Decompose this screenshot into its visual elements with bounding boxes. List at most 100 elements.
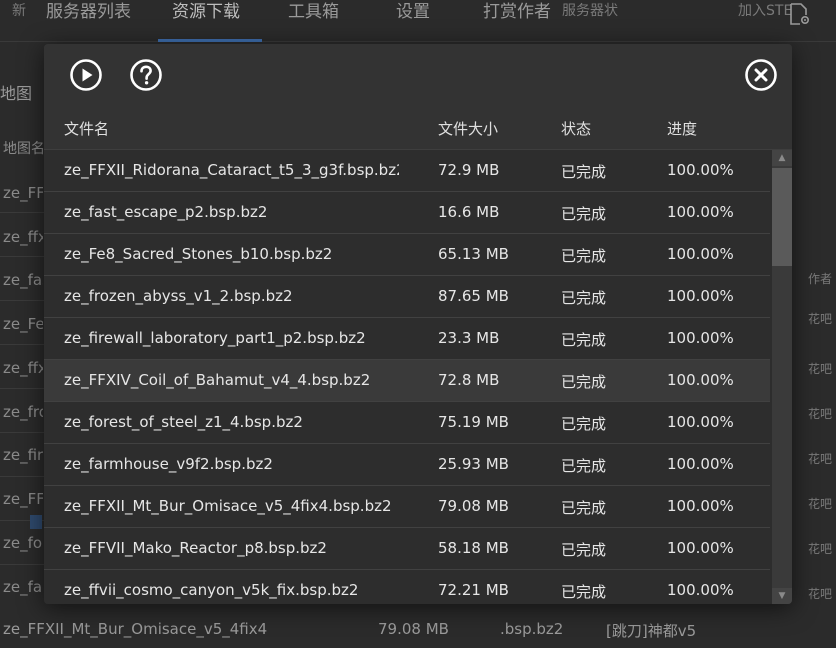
- table-row[interactable]: ze_fast_escape_p2.bsp.bz2 16.6 MB 已完成 100.0…: [44, 192, 770, 234]
- tab-donate[interactable]: 打赏作者: [483, 0, 551, 42]
- tab-settings[interactable]: 设置: [396, 0, 430, 42]
- bg-row-fragment: ze_fir: [3, 446, 43, 464]
- file-size-cell: 75.19 MB: [438, 413, 509, 431]
- progress-cell: 100.00%: [667, 371, 734, 389]
- file-name-cell: ze_FFXII_Ridorana_Cataract_t5_3_g3f.bsp.…: [64, 161, 399, 179]
- bg-row-divider: [0, 256, 44, 257]
- scrollbar-thumb[interactable]: [772, 168, 792, 266]
- bg-row-fragment: ze_far: [3, 578, 43, 596]
- progress-cell: 100.00%: [667, 413, 734, 431]
- top-navigation: 新 服务器列表 资源下载 工具箱 设置 打赏作者 服务器状 加入STE: [0, 0, 836, 42]
- table-row[interactable]: ze_firewall_laboratory_part1_p2.bsp.bz2 2…: [44, 318, 770, 360]
- bg-right-fragment: 花吧: [808, 587, 833, 601]
- status-cell: 已完成: [561, 163, 607, 181]
- progress-cell: 100.00%: [667, 497, 734, 515]
- tab-toolbox[interactable]: 工具箱: [288, 0, 339, 42]
- tab-server-list[interactable]: 服务器列表: [46, 0, 131, 42]
- question-circle-icon[interactable]: [129, 58, 163, 92]
- file-size-cell: 23.3 MB: [438, 329, 500, 347]
- progress-cell: 100.00%: [667, 329, 734, 347]
- file-size-cell: 58.18 MB: [438, 539, 509, 557]
- column-header-progress: 进度: [667, 120, 698, 138]
- table-row[interactable]: ze_ffvii_cosmo_canyon_v5k_fix.bsp.bz2 72.…: [44, 570, 770, 604]
- nav-fragment-mid: 服务器状: [562, 3, 618, 19]
- status-cell: 已完成: [561, 373, 607, 391]
- table-row[interactable]: ze_farmhouse_v9f2.bsp.bz2 25.93 MB 已完成 100.…: [44, 444, 770, 486]
- progress-cell: 100.00%: [667, 581, 734, 599]
- vertical-scrollbar[interactable]: ▲ ▼: [772, 150, 792, 604]
- bg-row-divider: [0, 300, 44, 301]
- file-name-cell: ze_farmhouse_v9f2.bsp.bz2: [64, 455, 273, 473]
- file-size-cell: 16.6 MB: [438, 203, 500, 221]
- bg-row-divider: [0, 388, 44, 389]
- file-size-cell: 87.65 MB: [438, 287, 509, 305]
- bg-row-divider: [0, 344, 44, 345]
- file-name-cell: ze_ffvii_cosmo_canyon_v5k_fix.bsp.bz2: [64, 581, 359, 599]
- nav-fragment-left: 新: [12, 3, 26, 19]
- table-row[interactable]: ze_FFXIV_Coil_of_Bahamut_v4_4.bsp.bz2 72.…: [44, 360, 770, 402]
- bg-map-name: ze_FFXII_Mt_Bur_Omisace_v5_4fix4: [3, 620, 268, 638]
- download-modal: 文件名 文件大小 状态 进度 ze_FFXII_Ridorana_Catarac…: [44, 44, 792, 604]
- table-row[interactable]: ze_FFVII_Mako_Reactor_p8.bsp.bz2 58.18 MB…: [44, 528, 770, 570]
- bg-row-fragment: ze_Fe: [3, 315, 43, 333]
- progress-cell: 100.00%: [667, 203, 734, 221]
- file-size-cell: 25.93 MB: [438, 455, 509, 473]
- close-circle-icon[interactable]: [744, 58, 778, 92]
- file-size-cell: 72.21 MB: [438, 581, 509, 599]
- file-name-cell: ze_FFVII_Mako_Reactor_p8.bsp.bz2: [64, 539, 327, 557]
- file-name-cell: ze_frozen_abyss_v1_2.bsp.bz2: [64, 287, 293, 305]
- bg-row-divider: [0, 564, 44, 565]
- file-settings-icon[interactable]: [788, 2, 810, 26]
- progress-cell: 100.00%: [667, 539, 734, 557]
- progress-cell: 100.00%: [667, 161, 734, 179]
- file-name-cell: ze_FFXIV_Coil_of_Bahamut_v4_4.bsp.bz2: [64, 371, 371, 389]
- bg-map-column-header: 地图名: [3, 141, 45, 157]
- bg-selection-mark: [30, 515, 42, 529]
- bg-row-fragment: ze_fro: [3, 403, 43, 421]
- play-circle-icon[interactable]: [69, 58, 103, 92]
- file-name-cell: ze_FFXII_Mt_Bur_Omisace_v5_4fix4.bsp.bz2: [64, 497, 392, 515]
- bg-row-fragment: ze_FF: [3, 490, 43, 508]
- status-cell: 已完成: [561, 289, 607, 307]
- table-row[interactable]: ze_forest_of_steel_z1_4.bsp.bz2 75.19 MB 已…: [44, 402, 770, 444]
- bg-right-fragment: 花吧: [808, 362, 833, 376]
- column-header-filesize: 文件大小: [438, 120, 499, 138]
- bg-right-fragment: 作者: [808, 272, 833, 286]
- bg-map-label: 地图: [0, 84, 33, 103]
- status-cell: 已完成: [561, 541, 607, 559]
- file-size-cell: 79.08 MB: [438, 497, 509, 515]
- file-name-cell: ze_fast_escape_p2.bsp.bz2: [64, 203, 268, 221]
- bg-right-fragment: 花吧: [808, 407, 833, 421]
- file-size-cell: 65.13 MB: [438, 245, 509, 263]
- scroll-up-icon[interactable]: ▲: [772, 150, 792, 166]
- bg-row-fragment: ze_fo: [3, 534, 43, 552]
- bg-right-fragment: 花吧: [808, 452, 833, 466]
- scroll-down-icon[interactable]: ▼: [772, 588, 792, 604]
- table-row[interactable]: ze_FFXII_Ridorana_Cataract_t5_3_g3f.bsp.…: [44, 150, 770, 192]
- progress-cell: 100.00%: [667, 287, 734, 305]
- file-name-cell: ze_forest_of_steel_z1_4.bsp.bz2: [64, 413, 303, 431]
- bg-map-server: [跳刀]神都v5: [606, 622, 697, 640]
- progress-cell: 100.00%: [667, 455, 734, 473]
- download-table-body: ze_FFXII_Ridorana_Cataract_t5_3_g3f.bsp.…: [44, 150, 772, 604]
- bg-map-ext: .bsp.bz2: [500, 620, 564, 638]
- table-row[interactable]: ze_frozen_abyss_v1_2.bsp.bz2 87.65 MB 已完成 1…: [44, 276, 770, 318]
- column-header-status: 状态: [561, 120, 592, 138]
- download-table-header: 文件名 文件大小 状态 进度: [44, 104, 792, 150]
- file-size-cell: 72.9 MB: [438, 161, 500, 179]
- bg-row-fragment: ze_ffx: [3, 359, 43, 377]
- column-header-filename: 文件名: [64, 120, 110, 138]
- bg-map-size: 79.08 MB: [378, 620, 449, 638]
- progress-cell: 100.00%: [667, 245, 734, 263]
- bg-map-row[interactable]: ze_FFXII_Mt_Bur_Omisace_v5_4fix4 79.08 M…: [0, 605, 836, 648]
- bg-row-fragment: ze_ffx: [3, 228, 43, 246]
- table-row[interactable]: ze_Fe8_Sacred_Stones_b10.bsp.bz2 65.13 MB…: [44, 234, 770, 276]
- tab-resource-download[interactable]: 资源下载: [172, 0, 240, 42]
- bg-right-fragment: 花吧: [808, 497, 833, 511]
- status-cell: 已完成: [561, 499, 607, 517]
- active-tab-indicator: [158, 39, 262, 42]
- table-row[interactable]: ze_FFXII_Mt_Bur_Omisace_v5_4fix4.bsp.bz2…: [44, 486, 770, 528]
- status-cell: 已完成: [561, 583, 607, 601]
- status-cell: 已完成: [561, 331, 607, 349]
- nav-fragment-right: 加入STE: [738, 3, 793, 19]
